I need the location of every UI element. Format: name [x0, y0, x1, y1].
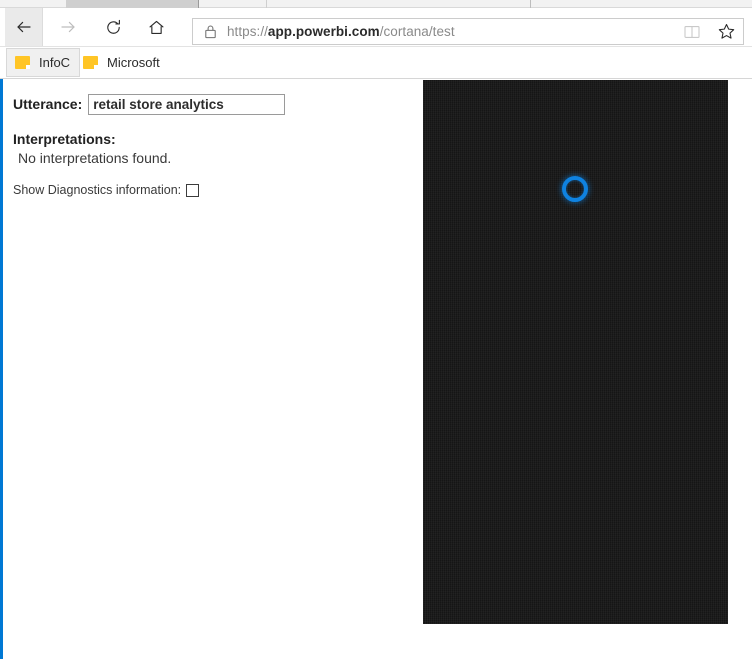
favorites-star-icon[interactable]	[709, 23, 743, 40]
tab-divider	[198, 0, 199, 8]
refresh-icon	[104, 18, 123, 37]
utterance-label: Utterance:	[13, 96, 83, 112]
utterance-row: Utterance:	[13, 93, 413, 115]
bookmark-label: InfoC	[39, 55, 71, 70]
home-icon	[147, 18, 166, 37]
forward-button	[49, 8, 87, 46]
url-scheme: https://	[227, 24, 268, 39]
tab-strip	[0, 0, 752, 8]
diagnostics-checkbox[interactable]	[186, 183, 200, 197]
url-path: /cortana/test	[379, 24, 455, 39]
url-text: https://app.powerbi.com/cortana/test	[227, 24, 675, 39]
arrow-left-icon	[14, 17, 34, 37]
favorites-bar: InfoC Microsoft	[0, 47, 752, 79]
interpretations-heading: Interpretations:	[13, 131, 116, 147]
page-accent-bar	[0, 79, 3, 659]
bookmark-label: Microsoft	[107, 55, 160, 70]
diagnostics-label: Show Diagnostics information:	[13, 183, 182, 197]
reading-view-icon	[675, 25, 709, 39]
arrow-right-icon	[58, 17, 78, 37]
cortana-canvas-panel	[423, 80, 728, 624]
refresh-button[interactable]	[94, 8, 132, 46]
back-button[interactable]	[5, 8, 43, 46]
loading-spinner	[562, 176, 588, 202]
browser-tab-active[interactable]	[66, 0, 198, 8]
folder-icon	[83, 56, 98, 69]
page-viewport: Utterance: Interpretations: No interpret…	[0, 79, 752, 659]
interpretations-empty-message: No interpretations found.	[18, 150, 172, 166]
address-bar[interactable]: https://app.powerbi.com/cortana/test	[192, 18, 744, 45]
home-button[interactable]	[137, 8, 175, 46]
lock-icon	[193, 24, 227, 39]
utterance-input[interactable]	[88, 93, 286, 115]
bookmark-item-microsoft[interactable]: Microsoft	[75, 49, 169, 76]
tab-divider	[530, 0, 531, 8]
browser-toolbar: https://app.powerbi.com/cortana/test	[0, 8, 752, 47]
browser-window: https://app.powerbi.com/cortana/test Inf…	[0, 0, 752, 659]
cortana-test-form: Utterance: Interpretations: No interpret…	[13, 93, 413, 197]
tab-divider	[266, 0, 267, 8]
folder-icon	[15, 56, 30, 69]
bookmark-item-infoc[interactable]: InfoC	[6, 48, 81, 77]
url-host: app.powerbi.com	[267, 24, 380, 39]
diagnostics-row: Show Diagnostics information:	[13, 183, 413, 197]
